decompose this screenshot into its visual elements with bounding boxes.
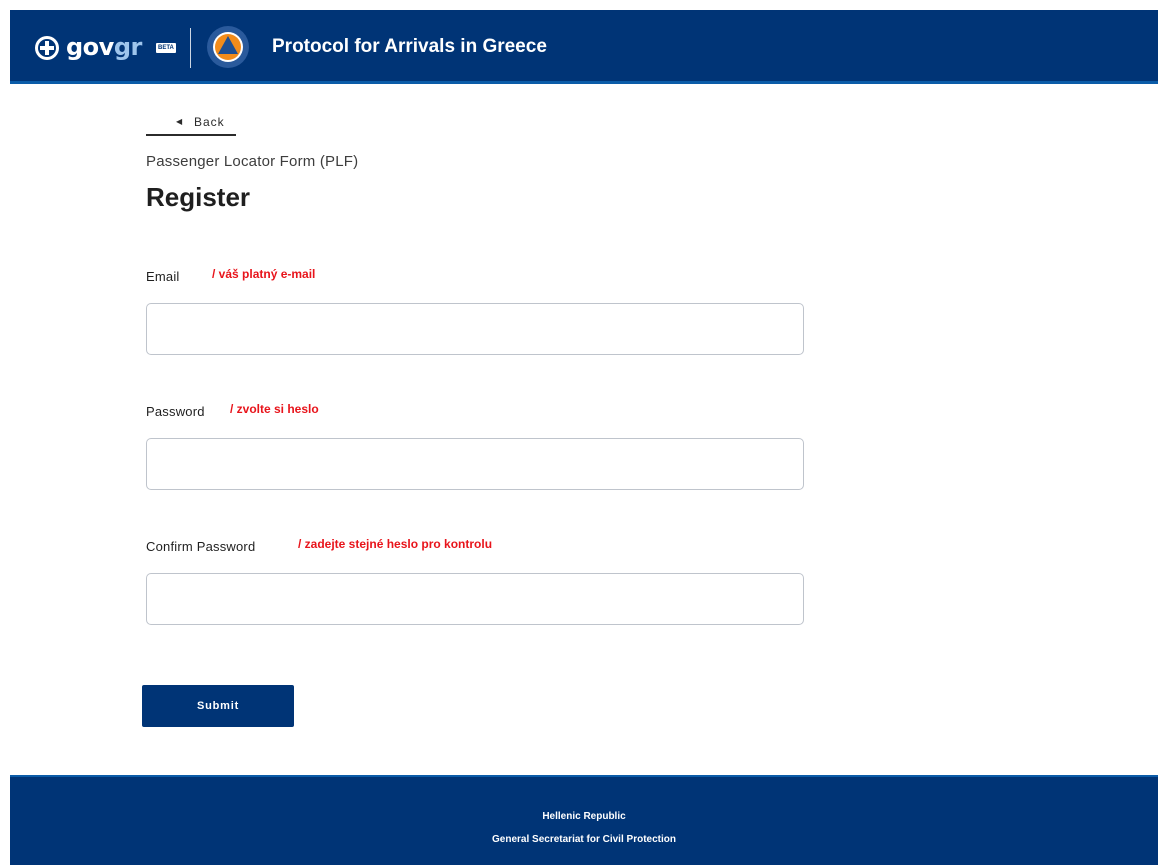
civil-protection-logo-icon	[207, 26, 249, 68]
password-hint: / zvolte si heslo	[230, 402, 319, 416]
confirm-password-hint: / zadejte stejné heslo pro kontrolu	[298, 537, 493, 551]
beta-badge: BETA	[156, 43, 176, 53]
confirm-password-input[interactable]	[146, 573, 804, 625]
footer-hellenic-republic: Hellenic Republic	[542, 811, 626, 822]
site-header: govgr BETA Protocol for Arrivals in Gree…	[10, 10, 1158, 84]
submit-button[interactable]: Submit	[142, 685, 294, 727]
password-input[interactable]	[146, 438, 804, 490]
page-subtitle: Passenger Locator Form (PLF)	[146, 153, 359, 170]
govgr-logo[interactable]: govgr	[66, 30, 142, 64]
header-divider	[190, 28, 191, 68]
back-label: Back	[194, 115, 225, 129]
site-footer: Hellenic Republic General Secretariat fo…	[10, 775, 1158, 865]
page-title: Register	[146, 182, 251, 212]
password-label: Password	[146, 404, 205, 419]
back-link[interactable]: ◀ Back	[146, 112, 236, 136]
greek-cross-emblem-icon[interactable]	[34, 35, 60, 61]
confirm-password-label: Confirm Password	[146, 539, 256, 554]
app-title: Protocol for Arrivals in Greece	[272, 36, 547, 57]
footer-gscp: General Secretariat for Civil Protection	[492, 834, 676, 845]
chevron-left-icon: ◀	[176, 117, 184, 126]
email-label: Email	[146, 269, 180, 284]
email-input[interactable]	[146, 303, 804, 355]
email-hint: / váš platný e-mail	[212, 267, 316, 281]
